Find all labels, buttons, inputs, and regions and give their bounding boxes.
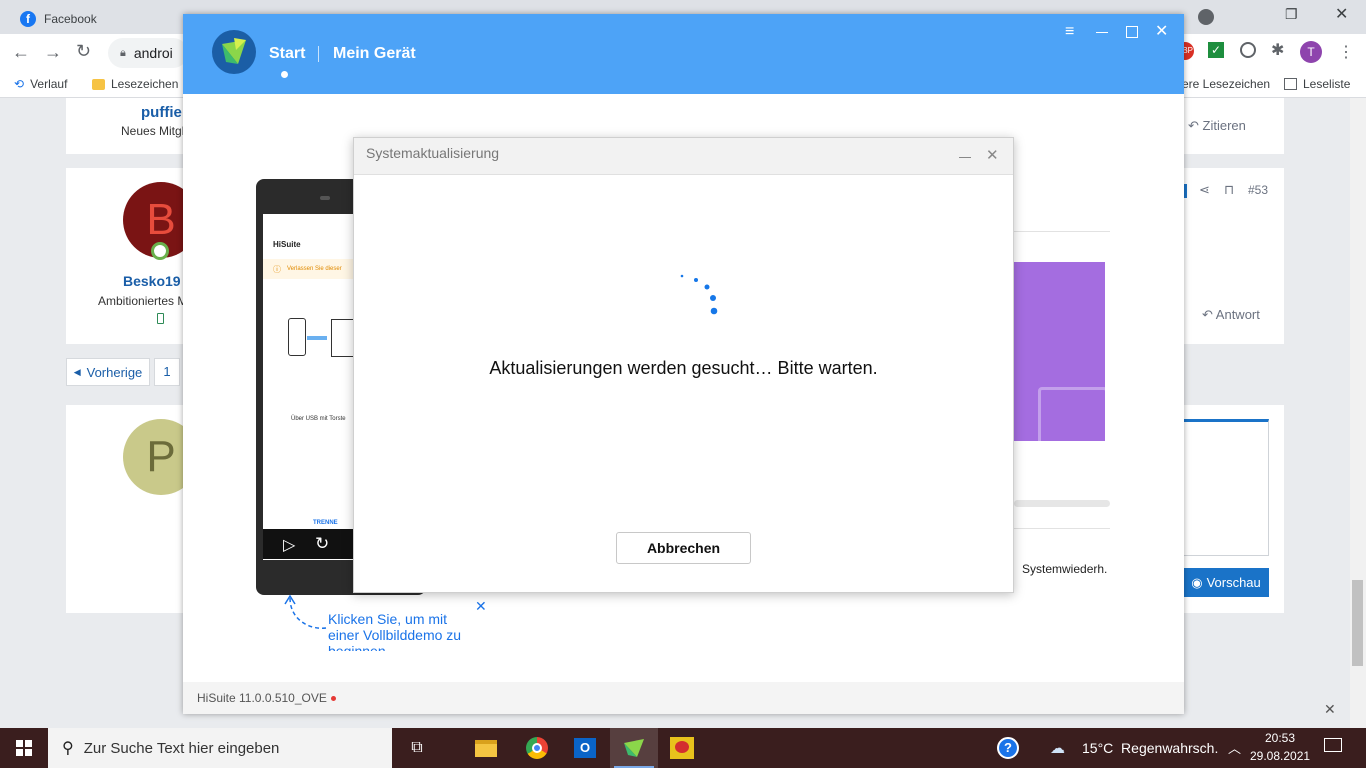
usb-cable-illustration [307, 336, 327, 340]
dialog-message: Aktualisierungen werden gesucht… Bitte w… [489, 358, 878, 378]
address-bar[interactable]: 🔒︎ androi [108, 38, 188, 68]
feature-card-purple[interactable] [1014, 262, 1105, 441]
history-icon: ⟲ [14, 77, 25, 91]
post-author-name[interactable]: Besko19 [123, 273, 181, 289]
post-author-role: Ambitioniertes M [98, 294, 188, 308]
curved-arrow-icon [282, 592, 327, 650]
hisuite-logo-icon [212, 30, 256, 74]
headphones-extension-icon[interactable] [1240, 42, 1256, 58]
post-author-name[interactable]: puffie [141, 104, 182, 121]
answer-link[interactable]: ↶ Antwort [1202, 307, 1260, 323]
version-label: HiSuite 11.0.0.510_OVE [197, 691, 327, 705]
update-dot-icon [331, 696, 336, 701]
profile-avatar[interactable]: T [1300, 41, 1322, 63]
scrollbar-thumb[interactable] [1352, 580, 1363, 666]
eye-icon: ◉ [1191, 574, 1203, 590]
hisuite-taskbar-icon[interactable] [610, 728, 658, 768]
folder-icon [92, 78, 105, 90]
replay-icon[interactable]: ↻ [315, 534, 329, 554]
hisuite-header: Start Mein Gerät ≡ ✕ [183, 14, 1184, 94]
cancel-button[interactable]: Abbrechen [616, 532, 751, 564]
divider [1014, 231, 1110, 232]
windows-taskbar: ⚲ Zur Suche Text hier eingeben ⧉ O ? ☁ 1… [0, 728, 1366, 768]
chrome-icon[interactable] [517, 733, 557, 763]
reading-list-icon [1284, 78, 1297, 90]
phone-illustration [288, 318, 306, 356]
close-icon[interactable]: ✕ [1324, 701, 1336, 718]
reply-icon: ↶ [1202, 307, 1216, 322]
search-icon: ⚲ [62, 740, 74, 757]
dialog-titlebar: Systemaktualisierung ✕ [354, 138, 1013, 175]
puzzle-extensions-icon[interactable]: ✱ [1271, 40, 1284, 60]
reload-icon[interactable]: ↻ [76, 41, 91, 62]
cite-link[interactable]: ↶ Zitieren [1188, 118, 1246, 134]
dialog-title: Systemaktualisierung [366, 145, 500, 161]
phone-speaker [320, 196, 330, 200]
outlook-icon[interactable]: O [565, 733, 605, 763]
bookmark-history[interactable]: ⟲ Verlauf [14, 77, 67, 91]
weather-cloud-icon[interactable]: ☁ [1050, 739, 1065, 757]
demo-hint-text: Klicken Sie, um mit einer Vollbilddemo z… [328, 611, 462, 651]
forward-arrow-icon[interactable]: → [44, 42, 62, 63]
post-number[interactable]: #53 [1248, 183, 1268, 197]
tray-chevron-up-icon[interactable]: ︿ [1228, 738, 1241, 757]
taskbar-search-box[interactable]: ⚲ Zur Suche Text hier eingeben [48, 728, 392, 768]
system-restore-button[interactable]: Systemwiederh. [1022, 562, 1107, 576]
minimize-icon[interactable] [1096, 32, 1108, 33]
storage-progress-bar [1014, 500, 1110, 507]
system-update-dialog: Systemaktualisierung ✕ Aktualisierungen … [353, 137, 1014, 593]
play-icon[interactable]: ▷ [283, 535, 295, 555]
minimize-icon[interactable] [959, 157, 971, 158]
quote-icon: ↶ [1188, 118, 1203, 133]
phone-app-title: HiSuite [273, 240, 301, 249]
close-hint-icon[interactable]: ✕ [475, 598, 487, 615]
menu-kebab-icon[interactable]: ⋮ [1338, 42, 1354, 62]
close-icon[interactable]: ✕ [1155, 21, 1168, 41]
bookmark-other[interactable]: ere Lesezeichen [1182, 77, 1270, 91]
mobile-device-icon [157, 313, 164, 324]
help-icon[interactable]: ? [988, 733, 1028, 763]
checkmark-extension-icon[interactable]: ✓ [1208, 42, 1224, 58]
clock-time[interactable]: 20:53 [1254, 731, 1306, 745]
active-tab-indicator [281, 71, 288, 78]
chevron-left-icon: ◀ [73, 366, 81, 377]
tab-start[interactable]: Start [269, 45, 305, 63]
preview-button[interactable]: ◉ Vorschau [1183, 568, 1269, 597]
tab-divider [318, 46, 319, 62]
clock-date[interactable]: 29.08.2021 [1250, 749, 1310, 763]
restore-window-icon[interactable]: ❐ [1285, 6, 1298, 23]
hisuite-statusbar: HiSuite 11.0.0.510_OVE [183, 682, 1184, 714]
back-arrow-icon[interactable]: ← [12, 42, 30, 63]
bookmark-folder-lesezeichen[interactable]: Lesezeichen [92, 77, 178, 91]
weather-text[interactable]: 15°C Regenwahrsch. [1082, 740, 1218, 756]
online-status-icon [151, 242, 169, 260]
pagination-page-1[interactable]: 1 [154, 358, 180, 386]
warning-icon: ⓘ [273, 264, 281, 274]
reading-list[interactable]: Leseliste [1284, 77, 1350, 91]
tab-my-device[interactable]: Mein Gerät [333, 45, 416, 63]
post-author-role: Neues Mitgl [121, 124, 185, 138]
share-icon[interactable]: ⋖ [1199, 182, 1210, 198]
task-view-icon[interactable]: ⧉ [397, 733, 437, 763]
close-icon[interactable]: ✕ [986, 146, 999, 164]
blue-marker [1184, 184, 1187, 198]
windows-start-icon[interactable] [4, 733, 44, 763]
tab-search-icon[interactable] [1198, 9, 1214, 25]
reply-editor[interactable] [1183, 419, 1269, 556]
close-window-icon[interactable]: ✕ [1335, 4, 1348, 24]
bookmark-icon[interactable]: ⊓ [1224, 182, 1234, 198]
lock-icon: 🔒︎ [120, 46, 126, 59]
folder-icon [1038, 387, 1105, 441]
pagination-prev-button[interactable]: ◀ Vorherige [66, 358, 150, 386]
maximize-icon[interactable] [1126, 26, 1138, 38]
game-app-icon[interactable] [662, 733, 702, 763]
loading-spinner-icon [674, 270, 724, 320]
menu-icon[interactable]: ≡ [1065, 23, 1074, 41]
facebook-icon: f [20, 11, 36, 27]
notification-center-icon[interactable] [1324, 738, 1342, 752]
phone-usb-text: Über USB mit Torste [291, 416, 346, 422]
file-explorer-icon[interactable] [466, 733, 506, 763]
divider [1014, 528, 1110, 529]
